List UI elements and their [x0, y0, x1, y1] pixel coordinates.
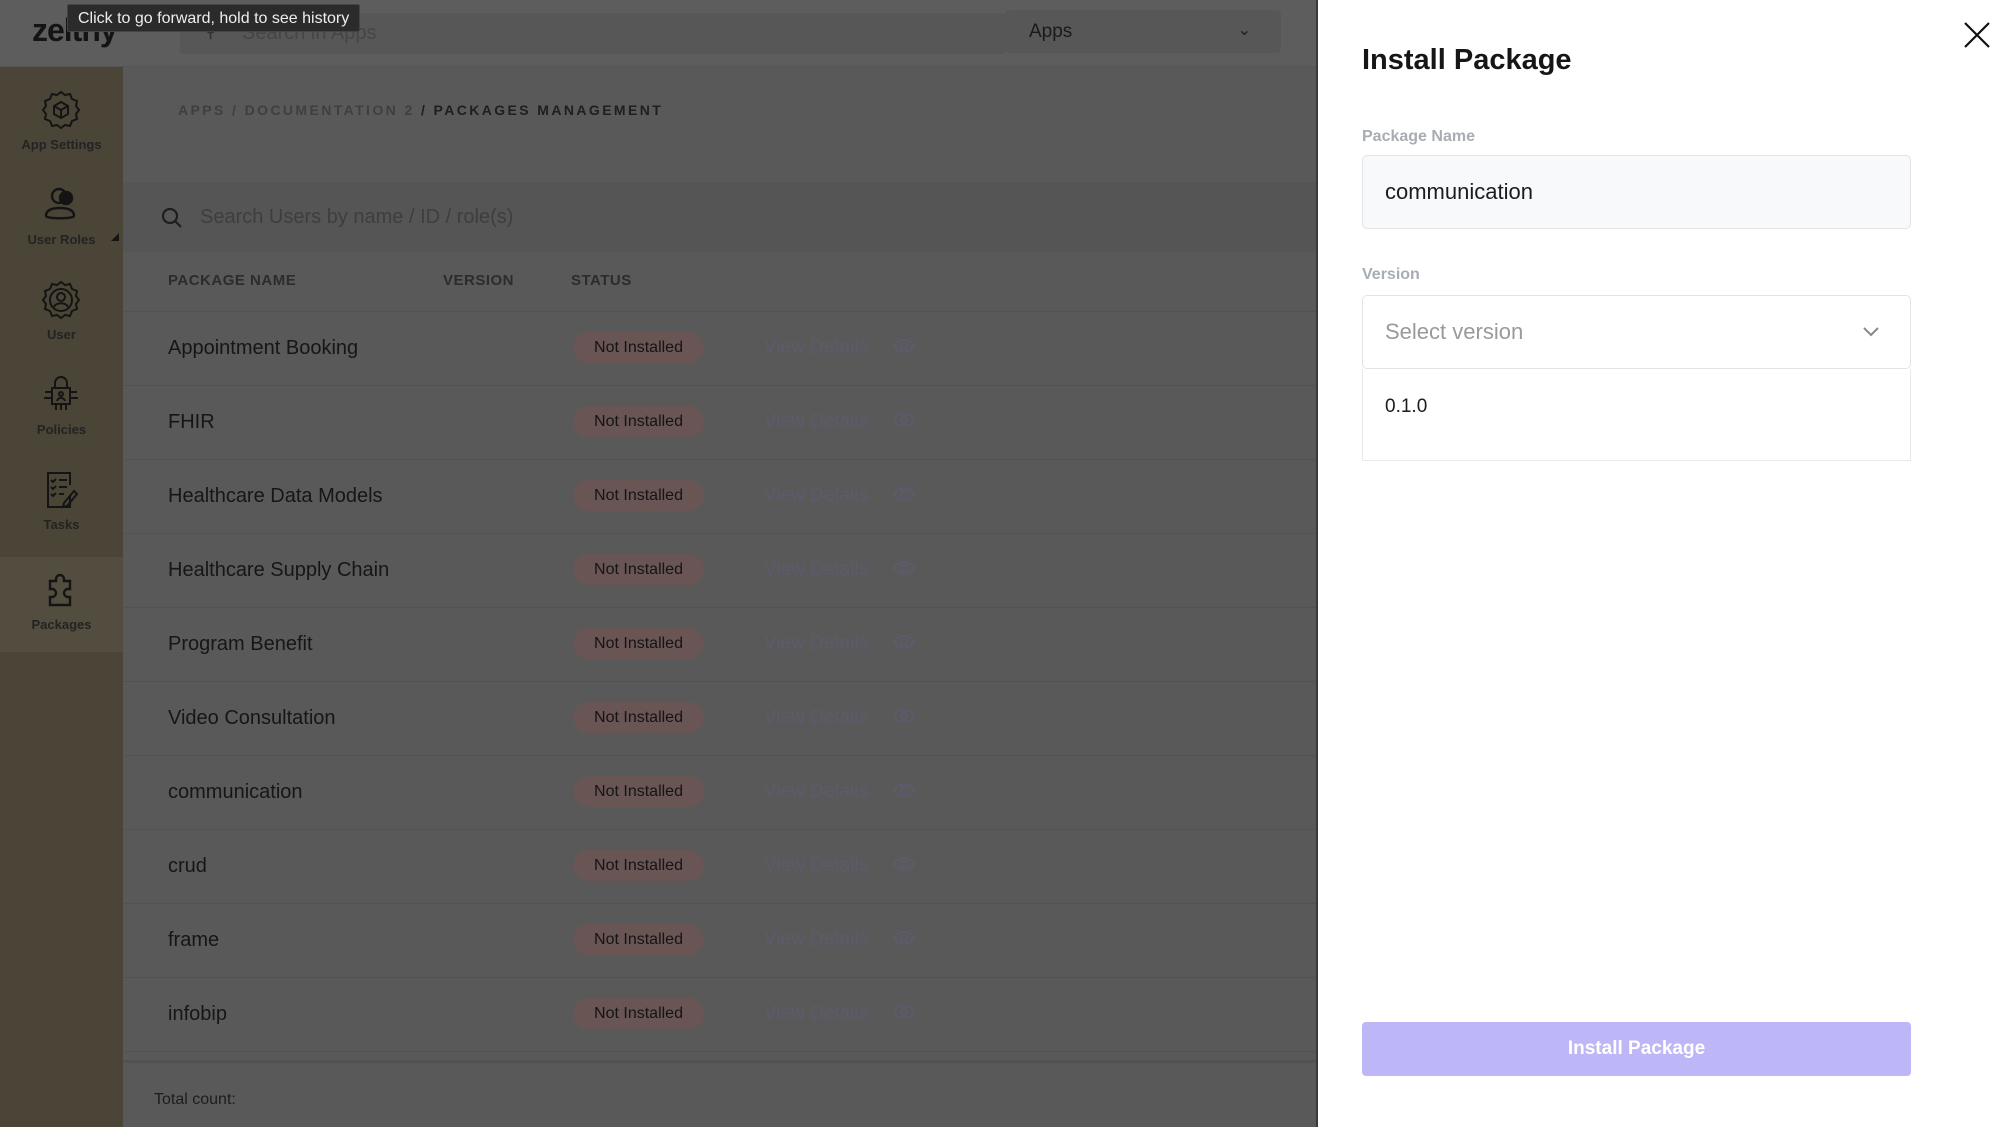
- status-badge: Not Installed: [573, 998, 704, 1029]
- package-name: FHIR: [168, 411, 215, 433]
- version-label: Version: [1362, 266, 1420, 283]
- sidebar-item-label: App Settings: [21, 137, 102, 152]
- eye-icon[interactable]: [893, 560, 915, 576]
- install-package-panel: Install Package Package Name communicati…: [1316, 0, 1999, 1127]
- eye-icon[interactable]: [893, 338, 915, 354]
- package-name: Healthcare Supply Chain: [168, 559, 390, 581]
- status-badge: Not Installed: [573, 332, 704, 363]
- gear-box-icon: [41, 90, 81, 130]
- puzzle-icon: [48, 573, 72, 607]
- eye-icon[interactable]: [893, 930, 915, 946]
- table-row: Program Benefit Not Installed View Detai…: [123, 608, 1316, 682]
- table-row: infobip Not Installed View Details: [123, 978, 1316, 1052]
- package-name-input[interactable]: communication: [1362, 155, 1911, 229]
- status-badge: Not Installed: [573, 480, 704, 511]
- package-name: infobip: [168, 1003, 227, 1025]
- chevron-down-icon: ⌄: [1237, 22, 1251, 39]
- sidebar-item-user-roles[interactable]: User Roles: [0, 172, 123, 267]
- package-name: crud: [168, 855, 207, 877]
- table-footer: Total count:: [123, 1060, 1316, 1127]
- sidebar-item-policies[interactable]: Policies: [0, 362, 123, 457]
- view-details-link[interactable]: View Details: [764, 411, 868, 433]
- package-name: Appointment Booking: [168, 337, 359, 359]
- column-header-version: VERSION: [443, 272, 515, 289]
- view-details-link[interactable]: View Details: [764, 855, 868, 877]
- package-name: Healthcare Data Models: [168, 485, 383, 507]
- browser-tooltip: Click to go forward, hold to see history: [67, 4, 361, 32]
- package-name: Video Consultation: [168, 707, 336, 729]
- sidebar-item-label: User: [47, 327, 76, 342]
- users-icon: [44, 187, 76, 220]
- user-search-placeholder: Search Users by name / ID / role(s): [200, 206, 514, 228]
- search-icon: [161, 207, 182, 228]
- version-select-placeholder: Select version: [1385, 319, 1524, 344]
- lock-circuit-icon: [44, 376, 78, 410]
- status-badge: Not Installed: [573, 776, 704, 807]
- eye-icon[interactable]: [893, 708, 915, 724]
- status-badge: Not Installed: [573, 924, 704, 955]
- sidebar-item-label: User Roles: [27, 232, 96, 247]
- view-details-link[interactable]: View Details: [764, 485, 868, 507]
- view-details-link[interactable]: View Details: [764, 707, 868, 729]
- table-row: crud Not Installed View Details: [123, 830, 1316, 904]
- sidebar-item-label: Tasks: [43, 517, 80, 532]
- column-header-status: STATUS: [571, 272, 632, 289]
- view-details-link[interactable]: View Details: [764, 337, 868, 359]
- eye-icon[interactable]: [893, 1004, 915, 1020]
- table-row: Appointment Booking Not Installed View D…: [123, 312, 1316, 386]
- eye-icon[interactable]: [893, 486, 915, 502]
- sidebar: App Settings User Roles User Policies Ta…: [0, 67, 123, 1127]
- chevron-down-icon: [1863, 327, 1879, 337]
- view-details-link[interactable]: View Details: [764, 1003, 868, 1025]
- eye-icon[interactable]: [893, 634, 915, 650]
- panel-title: Install Package: [1362, 44, 1572, 76]
- breadcrumb-path[interactable]: APPS / DOCUMENTATION 2: [178, 102, 415, 118]
- version-option[interactable]: 0.1.0: [1362, 369, 1911, 461]
- sidebar-item-app-settings[interactable]: App Settings: [0, 77, 123, 172]
- user-search-input[interactable]: Search Users by name / ID / role(s): [123, 182, 1316, 252]
- status-badge: Not Installed: [573, 850, 704, 881]
- breadcrumb-current: / PACKAGES MANAGEMENT: [420, 102, 664, 118]
- close-icon[interactable]: [1962, 20, 1992, 50]
- user-gear-icon: [41, 280, 81, 320]
- table-row: Healthcare Supply Chain Not Installed Vi…: [123, 534, 1316, 608]
- sidebar-item-packages[interactable]: Packages: [0, 557, 123, 652]
- column-header-package-name: PACKAGE NAME: [168, 272, 297, 289]
- install-package-button[interactable]: Install Package: [1362, 1022, 1911, 1076]
- table-row: frame Not Installed View Details: [123, 904, 1316, 978]
- status-badge: Not Installed: [573, 554, 704, 585]
- sidebar-item-label: Policies: [36, 422, 87, 437]
- package-name: Program Benefit: [168, 633, 313, 655]
- eye-icon[interactable]: [893, 782, 915, 798]
- version-select[interactable]: Select version: [1362, 295, 1911, 369]
- package-name: frame: [168, 929, 220, 951]
- table-row: FHIR Not Installed View Details: [123, 386, 1316, 460]
- sidebar-item-user[interactable]: User: [0, 267, 123, 362]
- breadcrumb: APPS / DOCUMENTATION 2 / PACKAGES MANAGE…: [178, 102, 663, 118]
- status-badge: Not Installed: [573, 628, 704, 659]
- total-count-label: Total count:: [154, 1091, 236, 1108]
- package-name-label: Package Name: [1362, 128, 1475, 145]
- eye-icon[interactable]: [893, 856, 915, 872]
- table-row: Video Consultation Not Installed View De…: [123, 682, 1316, 756]
- app-select-value: Apps: [1029, 21, 1073, 42]
- view-details-link[interactable]: View Details: [764, 559, 868, 581]
- view-details-link[interactable]: View Details: [764, 781, 868, 803]
- view-details-link[interactable]: View Details: [764, 633, 868, 655]
- eye-icon[interactable]: [893, 412, 915, 428]
- status-badge: Not Installed: [573, 702, 704, 733]
- sidebar-item-label: Packages: [31, 617, 92, 632]
- table-row: Healthcare Data Models Not Installed Vie…: [123, 460, 1316, 534]
- package-name: communication: [168, 781, 303, 803]
- sidebar-item-tasks[interactable]: Tasks: [0, 457, 123, 552]
- table-row: communication Not Installed View Details: [123, 756, 1316, 830]
- status-badge: Not Installed: [573, 406, 704, 437]
- view-details-link[interactable]: View Details: [764, 929, 868, 951]
- app-select[interactable]: Apps ⌄: [1005, 10, 1281, 53]
- task-list-icon: [47, 472, 79, 509]
